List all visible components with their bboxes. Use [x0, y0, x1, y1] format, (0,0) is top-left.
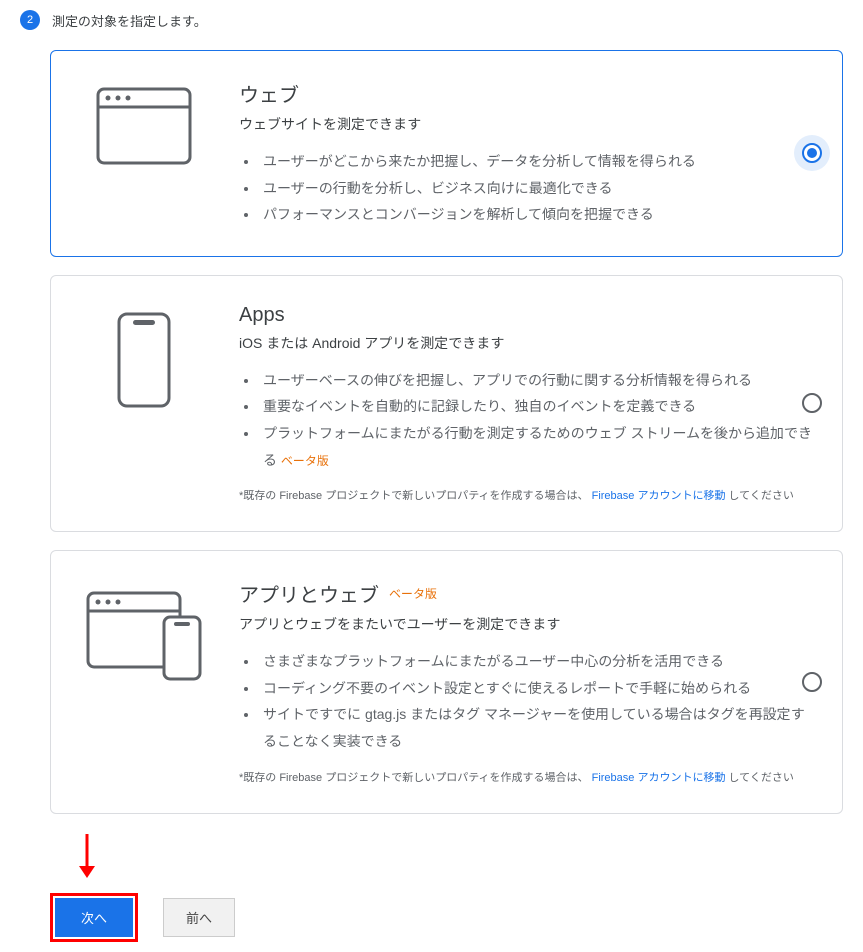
both-bullet-1: さまざまなプラットフォームにまたがるユーザー中心の分析を活用できる [259, 648, 818, 675]
option-body-both: アプリとウェブ ベータ版 アプリとウェブをまたいでユーザーを測定できます さまざ… [239, 579, 818, 784]
prev-button[interactable]: 前へ [163, 898, 235, 937]
web-bullets: ユーザーがどこから来たか把握し、データを分析して情報を得られる ユーザーの行動を… [239, 148, 818, 228]
apps-bullet-3-text: プラットフォームにまたがる行動を測定するためのウェブ ストリームを後から追加でき… [263, 425, 812, 468]
web-bullet-1: ユーザーがどこから来たか把握し、データを分析して情報を得られる [259, 148, 818, 175]
apps-title: Apps [239, 304, 818, 327]
apps-bullet-1: ユーザーベースの伸びを把握し、アプリでの行動に関する分析情報を得られる [259, 367, 818, 394]
option-card-both[interactable]: アプリとウェブ ベータ版 アプリとウェブをまたいでユーザーを測定できます さまざ… [50, 550, 843, 813]
both-bullet-2: コーディング不要のイベント設定とすぐに使えるレポートで手軽に始められる [259, 675, 818, 702]
apps-bullets: ユーザーベースの伸びを把握し、アプリでの行動に関する分析情報を得られる 重要なイ… [239, 367, 818, 473]
options-container: ウェブ ウェブサイトを測定できます ユーザーがどこから来たか把握し、データを分析… [50, 50, 843, 814]
option-body-web: ウェブ ウェブサイトを測定できます ユーザーがどこから来たか把握し、データを分析… [239, 79, 818, 228]
both-title: アプリとウェブ ベータ版 [239, 579, 818, 608]
web-title: ウェブ [239, 79, 818, 108]
radio-both[interactable] [802, 672, 822, 692]
next-button-highlight: 次へ [50, 893, 138, 942]
step-title: 測定の対象を指定します。 [52, 11, 207, 30]
step-header: 2 測定の対象を指定します。 [20, 10, 843, 30]
firebase-link[interactable]: Firebase アカウントに移動 [592, 490, 726, 502]
both-footnote-suffix: してください [729, 772, 794, 784]
web-bullet-3: パフォーマンスとコンバージョンを解析して傾向を把握できる [259, 201, 818, 228]
apps-icon [79, 304, 209, 408]
firebase-link[interactable]: Firebase アカウントに移動 [592, 772, 726, 784]
apps-footnote: *既存の Firebase プロジェクトで新しいプロパティを作成する場合は、 F… [239, 487, 818, 503]
buttons-row: 次へ 前へ [50, 893, 843, 942]
apps-subtitle: iOS または Android アプリを測定できます [239, 333, 818, 353]
both-footnote-prefix: *既存の Firebase プロジェクトで新しいプロパティを作成する場合は、 [239, 772, 589, 784]
option-card-apps[interactable]: Apps iOS または Android アプリを測定できます ユーザーベースの… [50, 275, 843, 532]
both-subtitle: アプリとウェブをまたいでユーザーを測定できます [239, 614, 818, 634]
radio-apps[interactable] [802, 393, 822, 413]
beta-badge: ベータ版 [389, 585, 437, 602]
apps-bullet-2: 重要なイベントを自動的に記録したり、独自のイベントを定義できる [259, 393, 818, 420]
radio-web[interactable] [802, 143, 822, 163]
web-bullet-2: ユーザーの行動を分析し、ビジネス向けに最適化できる [259, 175, 818, 202]
option-body-apps: Apps iOS または Android アプリを測定できます ユーザーベースの… [239, 304, 818, 503]
step-number-badge: 2 [20, 10, 40, 30]
both-icon [79, 579, 209, 683]
next-button[interactable]: 次へ [55, 898, 133, 937]
web-subtitle: ウェブサイトを測定できます [239, 114, 818, 134]
beta-badge: ベータ版 [281, 454, 329, 468]
both-title-text: アプリとウェブ [239, 579, 379, 608]
apps-bullet-3: プラットフォームにまたがる行動を測定するためのウェブ ストリームを後から追加でき… [259, 420, 818, 473]
both-footnote: *既存の Firebase プロジェクトで新しいプロパティを作成する場合は、 F… [239, 769, 818, 785]
both-bullets: さまざまなプラットフォームにまたがるユーザー中心の分析を活用できる コーディング… [239, 648, 818, 754]
apps-footnote-prefix: *既存の Firebase プロジェクトで新しいプロパティを作成する場合は、 [239, 490, 589, 502]
both-bullet-3: サイトですでに gtag.js またはタグ マネージャーを使用している場合はタグ… [259, 701, 818, 754]
arrow-annotation-icon [75, 832, 843, 885]
option-card-web[interactable]: ウェブ ウェブサイトを測定できます ユーザーがどこから来たか把握し、データを分析… [50, 50, 843, 257]
apps-footnote-suffix: してください [729, 490, 794, 502]
web-icon [79, 79, 209, 165]
